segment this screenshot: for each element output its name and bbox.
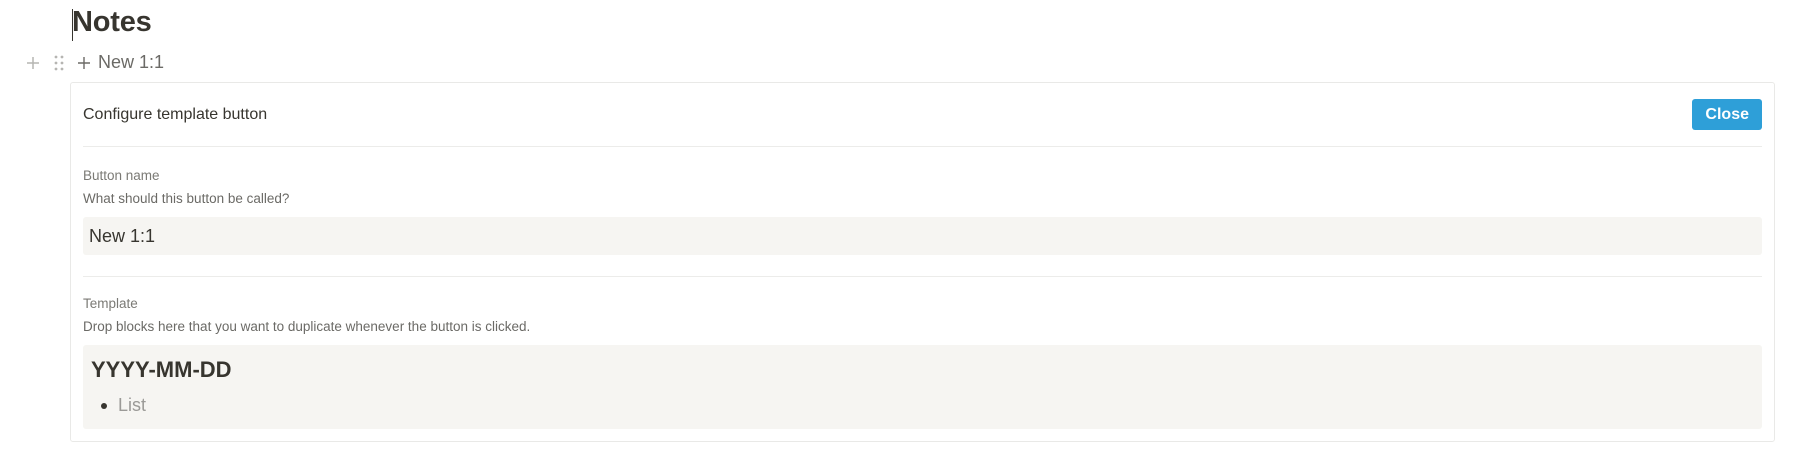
template-label: Template xyxy=(83,296,138,311)
configure-template-panel: Configure template button Close Button n… xyxy=(70,82,1775,442)
bullet-icon xyxy=(101,402,107,409)
template-drop-area[interactable]: YYYY-MM-DD List xyxy=(83,345,1762,429)
page: Notes New 1:1 Configure template button … xyxy=(0,0,1797,472)
template-list-item[interactable]: List xyxy=(101,395,146,416)
block-controls xyxy=(24,52,68,74)
plus-icon xyxy=(76,55,92,71)
close-button[interactable]: Close xyxy=(1692,99,1762,130)
plus-icon[interactable] xyxy=(24,52,42,74)
button-name-hint: What should this button be called? xyxy=(83,191,290,206)
panel-header: Configure template button Close xyxy=(83,83,1762,147)
template-button-label: New 1:1 xyxy=(98,52,165,72)
page-title[interactable]: Notes xyxy=(72,6,152,39)
template-heading[interactable]: YYYY-MM-DD xyxy=(91,357,232,383)
button-name-section: Button name What should this button be c… xyxy=(83,166,1762,277)
list-placeholder: List xyxy=(118,395,147,415)
button-name-input[interactable]: New 1:1 xyxy=(83,217,1762,255)
template-button[interactable]: New 1:1 xyxy=(76,52,164,73)
button-name-label: Button name xyxy=(83,168,160,183)
template-hint: Drop blocks here that you want to duplic… xyxy=(83,319,531,334)
button-name-value: New 1:1 xyxy=(89,225,156,246)
drag-handle-icon[interactable] xyxy=(50,52,68,74)
panel-title: Configure template button xyxy=(83,105,268,123)
template-section: Template Drop blocks here that you want … xyxy=(83,294,1762,441)
